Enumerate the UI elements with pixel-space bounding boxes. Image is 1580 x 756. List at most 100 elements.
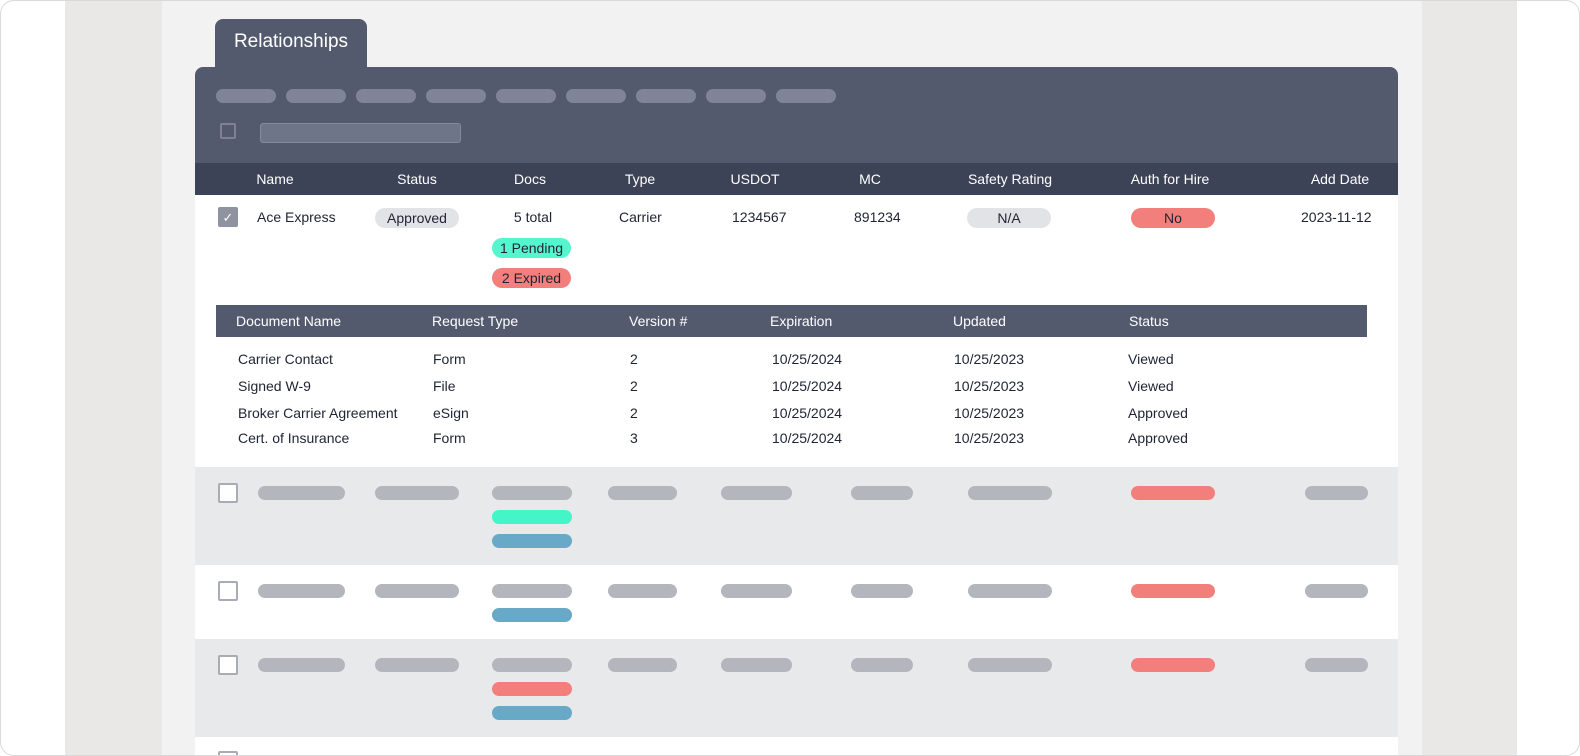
updated-date: 10/25/2023: [954, 430, 1025, 446]
docs-pending-placeholder: [492, 510, 572, 524]
docs-placeholder: [492, 486, 572, 500]
version-number: 2: [630, 405, 638, 421]
docs-pending-badge: 1 Pending: [492, 238, 571, 258]
doc-column-updated[interactable]: Updated: [953, 305, 1006, 337]
auth-for-hire-badge: No: [1131, 208, 1215, 228]
updated-date: 10/25/2023: [954, 405, 1025, 421]
updated-date: 10/25/2023: [954, 351, 1025, 367]
usdot-placeholder: [721, 658, 792, 672]
mc-placeholder: [851, 658, 913, 672]
status-placeholder: [375, 486, 459, 500]
table-row-placeholder[interactable]: [195, 737, 1398, 755]
row-checkbox[interactable]: [218, 751, 238, 755]
status-placeholder: [375, 584, 459, 598]
tab-relationships[interactable]: Relationships: [215, 19, 367, 69]
table-row-placeholder[interactable]: [195, 565, 1398, 639]
document-name[interactable]: Carrier Contact: [238, 350, 333, 368]
document-status: Viewed: [1128, 378, 1174, 394]
column-header-name[interactable]: Name: [250, 163, 300, 195]
expiration-date: 10/25/2024: [772, 351, 843, 367]
docs-other-placeholder: [492, 608, 572, 622]
column-header-status[interactable]: Status: [391, 163, 443, 195]
doc-column-document-name[interactable]: Document Name: [236, 305, 341, 337]
request-type: Form: [433, 430, 466, 446]
filter-placeholder[interactable]: [496, 89, 556, 103]
safety-rating-badge: N/A: [967, 208, 1051, 228]
docs-other-placeholder: [492, 534, 572, 548]
column-header-type[interactable]: Type: [620, 163, 660, 195]
filter-placeholder[interactable]: [356, 89, 416, 103]
column-header-mc[interactable]: MC: [855, 163, 885, 195]
document-name[interactable]: Cert. of Insurance: [238, 429, 349, 447]
name-placeholder: [258, 584, 345, 598]
expiration-date: 10/25/2024: [772, 378, 843, 394]
request-type: File: [433, 378, 456, 394]
column-header-auth-for-hire[interactable]: Auth for Hire: [1125, 163, 1215, 195]
relationships-table-card: Name Status Docs Type USDOT MC Safety Ra…: [195, 67, 1398, 755]
select-all-checkbox[interactable]: [220, 123, 236, 139]
docs-total: 5 total: [513, 209, 553, 225]
request-type: eSign: [433, 405, 469, 421]
auth-for-hire-placeholder: [1131, 584, 1215, 598]
mc-placeholder: [851, 584, 913, 598]
document-status: Approved: [1128, 430, 1188, 446]
docs-placeholder: [492, 584, 572, 598]
carrier-type: Carrier: [619, 209, 662, 225]
safety-rating-placeholder: [968, 584, 1052, 598]
status-placeholder: [375, 658, 459, 672]
version-number: 2: [630, 351, 638, 367]
doc-column-status[interactable]: Status: [1129, 305, 1169, 337]
document-status: Approved: [1128, 405, 1188, 421]
filter-placeholder[interactable]: [426, 89, 486, 103]
expiration-date: 10/25/2024: [772, 405, 843, 421]
table-row-placeholder[interactable]: [195, 639, 1398, 737]
column-header-usdot[interactable]: USDOT: [725, 163, 785, 195]
row-checkbox[interactable]: ✓: [218, 207, 238, 227]
type-placeholder: [608, 658, 677, 672]
filter-placeholder[interactable]: [776, 89, 836, 103]
usdot-placeholder: [721, 584, 792, 598]
row-checkbox[interactable]: [218, 581, 238, 601]
version-number: 3: [630, 430, 638, 446]
document-status: Viewed: [1128, 351, 1174, 367]
row-checkbox[interactable]: [218, 655, 238, 675]
add-date: 2023-11-12: [1301, 209, 1372, 225]
type-placeholder: [608, 486, 677, 500]
filter-placeholder[interactable]: [566, 89, 626, 103]
docs-placeholder: [492, 658, 572, 672]
request-type: Form: [433, 351, 466, 367]
mc-number: 891234: [854, 209, 901, 225]
auth-for-hire-placeholder: [1131, 486, 1215, 500]
check-icon: ✓: [222, 210, 234, 225]
expiration-date: 10/25/2024: [772, 430, 843, 446]
docs-other-placeholder: [492, 706, 572, 720]
document-name[interactable]: Broker Carrier Agreement: [238, 404, 398, 422]
table-header: Name Status Docs Type USDOT MC Safety Ra…: [195, 163, 1398, 195]
doc-column-request-type[interactable]: Request Type: [432, 305, 518, 337]
column-header-add-date[interactable]: Add Date: [1300, 163, 1380, 195]
column-header-docs[interactable]: Docs: [510, 163, 550, 195]
document-name[interactable]: Signed W-9: [238, 377, 311, 395]
auth-for-hire-placeholder: [1131, 658, 1215, 672]
carrier-name[interactable]: Ace Express: [257, 209, 336, 225]
mc-placeholder: [851, 486, 913, 500]
table-row-placeholder[interactable]: [195, 467, 1398, 565]
doc-column-expiration[interactable]: Expiration: [770, 305, 832, 337]
filter-placeholder[interactable]: [636, 89, 696, 103]
search-input[interactable]: [260, 123, 461, 143]
filter-placeholder[interactable]: [216, 89, 276, 103]
safety-rating-placeholder: [968, 486, 1052, 500]
doc-column-version[interactable]: Version #: [629, 305, 687, 337]
filter-placeholder[interactable]: [286, 89, 346, 103]
filter-placeholder[interactable]: [706, 89, 766, 103]
add-date-placeholder: [1305, 658, 1368, 672]
safety-rating-placeholder: [968, 658, 1052, 672]
name-placeholder: [258, 486, 345, 500]
row-checkbox[interactable]: [218, 483, 238, 503]
add-date-placeholder: [1305, 584, 1368, 598]
name-placeholder: [258, 658, 345, 672]
updated-date: 10/25/2023: [954, 378, 1025, 394]
app-frame: Relationships Name Status Docs Type USDO…: [0, 0, 1580, 756]
column-header-safety-rating[interactable]: Safety Rating: [960, 163, 1060, 195]
status-badge: Approved: [375, 208, 459, 228]
